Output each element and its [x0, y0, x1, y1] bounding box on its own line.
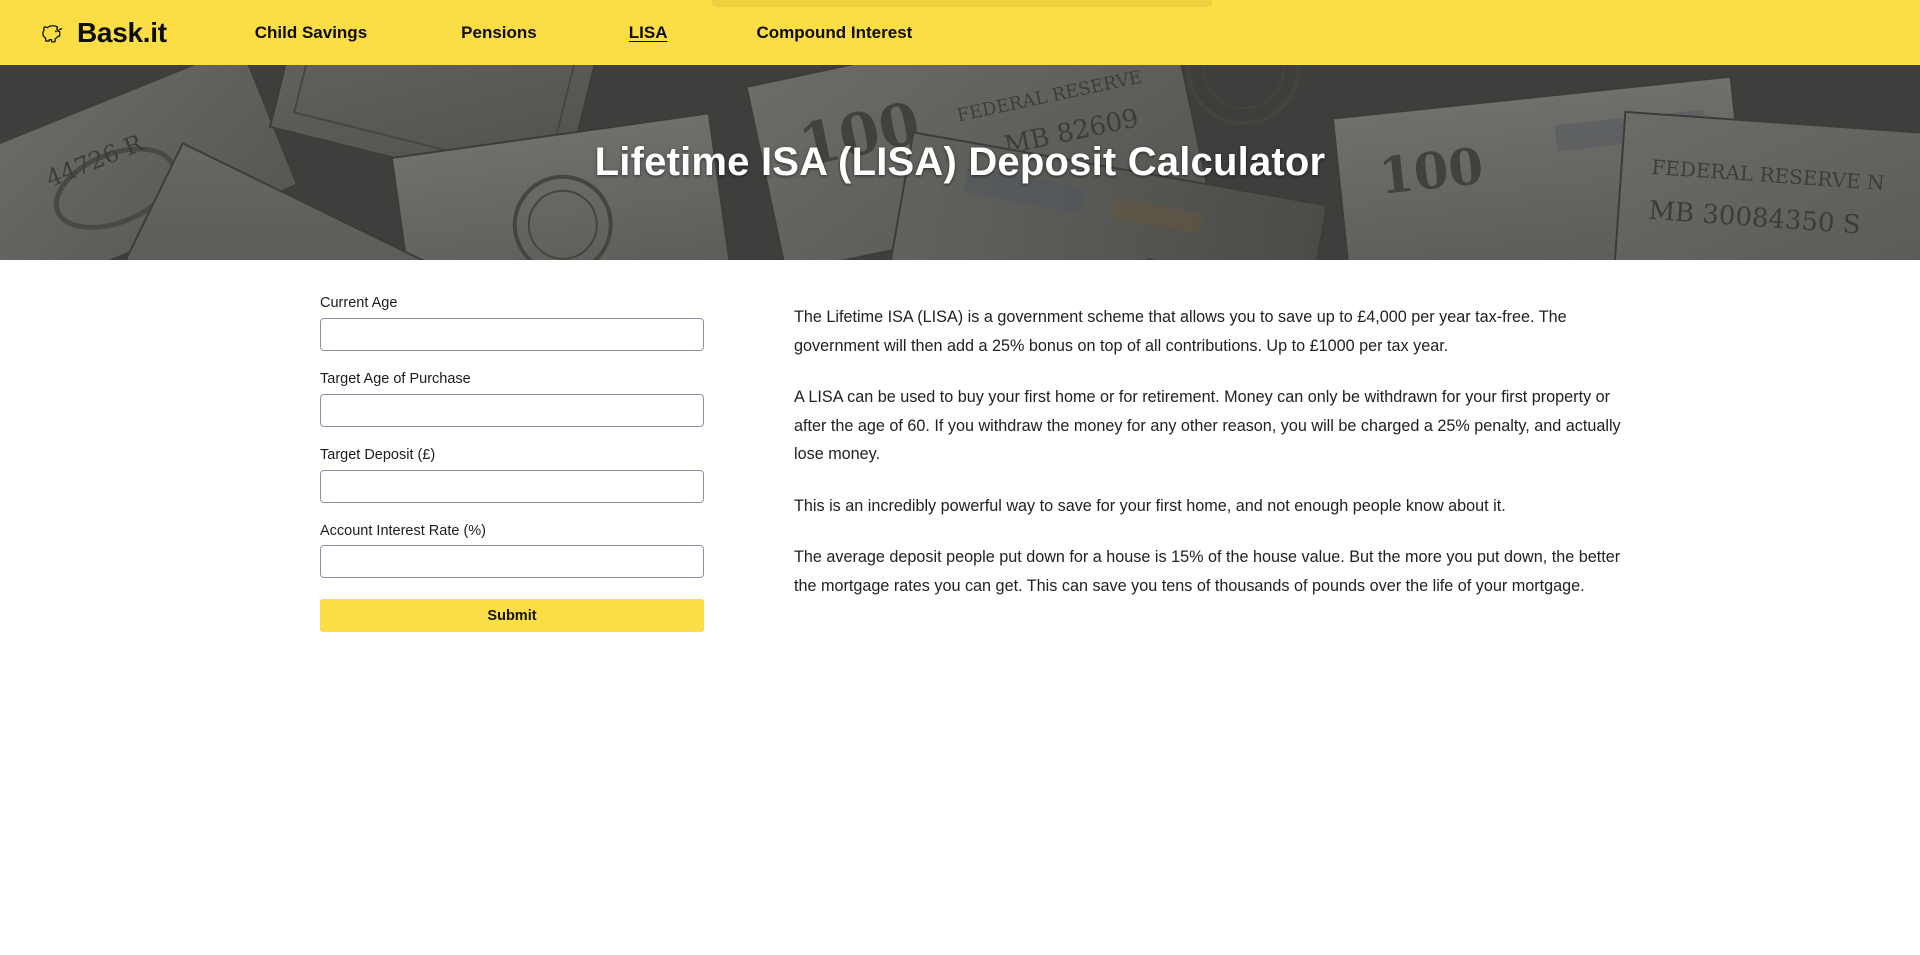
field-target-age: Target Age of Purchase	[320, 370, 704, 427]
main-nav-links: Child Savings Pensions LISA Compound Int…	[255, 23, 913, 43]
field-current-age: Current Age	[320, 294, 704, 351]
field-interest-rate: Account Interest Rate (%)	[320, 522, 704, 579]
label-target-deposit: Target Deposit (£)	[320, 446, 436, 463]
lisa-calculator-form: Current Age Target Age of Purchase Targe…	[320, 294, 704, 633]
nav-link-child-savings[interactable]: Child Savings	[255, 23, 367, 43]
nav-link-compound-interest[interactable]: Compound Interest	[756, 23, 912, 43]
field-target-deposit: Target Deposit (£)	[320, 446, 704, 503]
nav-link-pensions[interactable]: Pensions	[461, 23, 537, 43]
target-deposit-input[interactable]	[320, 469, 704, 503]
label-account-interest-rate: Account Interest Rate (%)	[320, 522, 487, 539]
hero-banner: 44726 R 100FEDERAL RESERVEMB 82609B2 LF …	[0, 65, 1920, 260]
navbar-top-notch	[712, 0, 1212, 7]
brand-logo-link[interactable]: Bask.it	[40, 16, 167, 48]
main-content: Current Age Target Age of Purchase Targe…	[0, 260, 1920, 633]
label-target-age-of-purchase: Target Age of Purchase	[320, 370, 471, 387]
label-current-age: Current Age	[320, 295, 398, 311]
content-container: Current Age Target Age of Purchase Targe…	[0, 260, 1920, 633]
lisa-info-text: The Lifetime ISA (LISA) is a government …	[794, 294, 1629, 600]
page-title: Lifetime ISA (LISA) Deposit Calculator	[594, 140, 1326, 184]
nav-link-lisa[interactable]: LISA	[629, 23, 668, 43]
info-paragraph-1: The Lifetime ISA (LISA) is a government …	[794, 308, 1567, 355]
info-paragraph-2: A LISA can be used to buy your first hom…	[794, 388, 1621, 463]
top-navigation-bar: Bask.it Child Savings Pensions LISA Comp…	[0, 0, 1920, 65]
piggy-bank-icon	[42, 24, 63, 42]
info-paragraph-3: This is an incredibly powerful way to sa…	[794, 496, 1506, 515]
current-age-input[interactable]	[320, 317, 704, 351]
brand-name-text: Bask.it	[77, 16, 167, 48]
info-paragraph-4: The average deposit people put down for …	[794, 548, 1621, 595]
interest-rate-input[interactable]	[320, 545, 704, 579]
submit-button[interactable]: Submit	[320, 599, 704, 633]
target-age-input[interactable]	[320, 393, 704, 427]
